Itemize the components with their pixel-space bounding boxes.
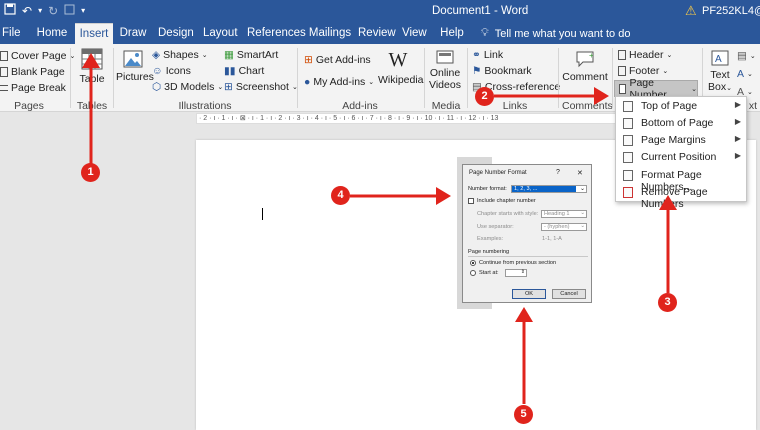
annotation-badge-1: 1 [81,163,100,182]
annotation-badge-3: 3 [658,293,677,312]
annotation-badge-2: 2 [475,87,494,106]
annotation-badge-4: 4 [331,186,350,205]
annotation-badge-5: 5 [514,405,533,424]
annotation-arrows [82,53,677,404]
